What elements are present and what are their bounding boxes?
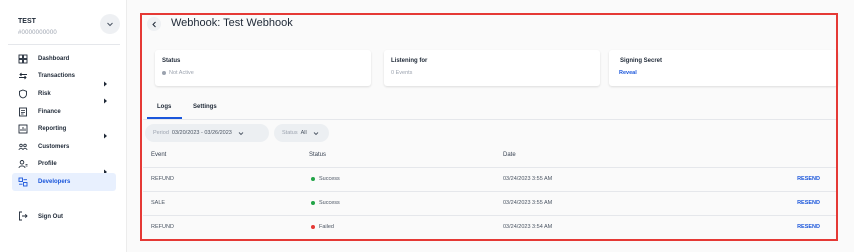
column-header-status: Status — [309, 152, 327, 158]
table-row[interactable]: REFUND Failed 03/24/2023 3:54 AM RESEND — [143, 215, 838, 238]
sidebar-item-label: Finance — [38, 108, 61, 115]
sidebar-item-label: Dashboard — [38, 55, 70, 62]
sidebar-item-reporting[interactable]: Reporting — [12, 120, 116, 139]
sidebar-item-label: Customers — [38, 143, 70, 150]
table-header: Event Status Date — [143, 146, 838, 166]
status-cell-text: Success — [319, 200, 340, 206]
dashboard-icon — [18, 54, 28, 64]
date-cell: 03/24/2023 3:55 AM — [503, 176, 553, 182]
sidebar-item-label: Developers — [38, 178, 71, 185]
table-row[interactable]: REFUND Success 03/24/2023 3:55 AM RESEND — [143, 167, 838, 190]
status-card: Status Not Active — [155, 50, 371, 86]
success-dot-icon — [311, 177, 315, 181]
period-filter-label: Period — [153, 130, 169, 136]
sidebar-item-label: Risk — [38, 90, 51, 97]
chevron-down-icon[interactable] — [100, 14, 120, 34]
period-filter[interactable]: Period 03/20/2023 - 03/26/2023 — [145, 124, 269, 142]
sidebar-item-label: Profile — [38, 161, 57, 168]
sign-out-label: Sign Out — [38, 214, 63, 220]
customers-icon — [18, 142, 28, 152]
failed-dot-icon — [311, 225, 315, 229]
chevron-left-icon — [151, 21, 156, 27]
column-header-date: Date — [503, 152, 516, 158]
status-cell: Success — [311, 176, 340, 182]
event-cell: REFUND — [151, 224, 174, 230]
reporting-icon — [18, 124, 28, 134]
page-title: Webhook: Test Webhook — [171, 17, 293, 29]
sidebar-divider — [8, 44, 120, 45]
shield-icon — [18, 89, 28, 99]
date-cell: 03/24/2023 3:55 AM — [503, 200, 553, 206]
column-header-event: Event — [151, 152, 167, 158]
event-cell: SALE — [151, 200, 166, 206]
sign-out-button[interactable]: Sign Out — [18, 208, 63, 226]
listening-card: Listening for 0 Events — [384, 50, 600, 86]
sign-out-icon — [18, 208, 28, 226]
success-dot-icon — [311, 201, 315, 205]
chevron-down-icon — [313, 131, 319, 136]
resend-button[interactable]: RESEND — [797, 224, 820, 230]
date-cell: 03/24/2023 3:54 AM — [503, 224, 553, 230]
sidebar-item-label: Transactions — [38, 73, 76, 80]
sidebar-nav: Dashboard Transactions Risk Finance Repo… — [12, 50, 116, 191]
status-dot-icon — [162, 71, 166, 75]
status-cell: Failed — [311, 224, 334, 230]
status-cell-text: Failed — [319, 224, 334, 230]
account-id: #0000000000 — [18, 30, 57, 36]
sidebar: TEST #0000000000 Dashboard Transactions … — [0, 0, 127, 252]
back-button[interactable] — [147, 17, 161, 31]
sidebar-item-transactions[interactable]: Transactions — [12, 68, 116, 87]
sidebar-item-profile[interactable]: Profile — [12, 156, 116, 175]
signing-secret-card: Signing Secret Reveal — [609, 50, 838, 86]
transactions-icon — [18, 71, 28, 81]
resend-button[interactable]: RESEND — [797, 176, 820, 182]
signing-secret-title: Signing Secret — [620, 58, 663, 64]
status-value-text: Not Active — [169, 70, 194, 76]
tab-settings[interactable]: Settings — [193, 104, 217, 110]
developers-icon — [18, 177, 28, 187]
sidebar-item-dashboard[interactable]: Dashboard — [12, 50, 116, 68]
table-row[interactable]: SALE Success 03/24/2023 3:55 AM RESEND — [143, 191, 838, 214]
listening-card-value: 0 Events — [391, 70, 413, 76]
status-filter-value: All — [300, 130, 307, 136]
status-filter[interactable]: Status All — [274, 124, 329, 142]
account-name: TEST — [18, 18, 36, 25]
status-cell-text: Success — [319, 176, 340, 182]
tabs-divider — [143, 119, 838, 120]
sidebar-item-finance[interactable]: Finance — [12, 103, 116, 121]
listening-card-title: Listening for — [391, 58, 428, 64]
status-cell: Success — [311, 200, 340, 206]
event-cell: REFUND — [151, 176, 174, 182]
finance-icon — [18, 107, 28, 117]
tab-logs[interactable]: Logs — [157, 104, 171, 110]
status-card-title: Status — [162, 58, 181, 64]
sidebar-item-developers[interactable]: Developers — [12, 173, 116, 191]
reveal-link[interactable]: Reveal — [619, 70, 637, 76]
sidebar-item-label: Reporting — [38, 126, 67, 133]
resend-button[interactable]: RESEND — [797, 200, 820, 206]
status-card-value: Not Active — [162, 70, 194, 76]
sidebar-item-risk[interactable]: Risk — [12, 85, 116, 104]
profile-icon — [18, 159, 28, 169]
period-filter-value: 03/20/2023 - 03/26/2023 — [171, 130, 232, 136]
sidebar-item-customers[interactable]: Customers — [12, 138, 116, 156]
account-switcher[interactable]: TEST #0000000000 — [8, 8, 120, 42]
status-filter-label: Status — [282, 130, 298, 136]
chevron-down-icon — [238, 131, 244, 136]
